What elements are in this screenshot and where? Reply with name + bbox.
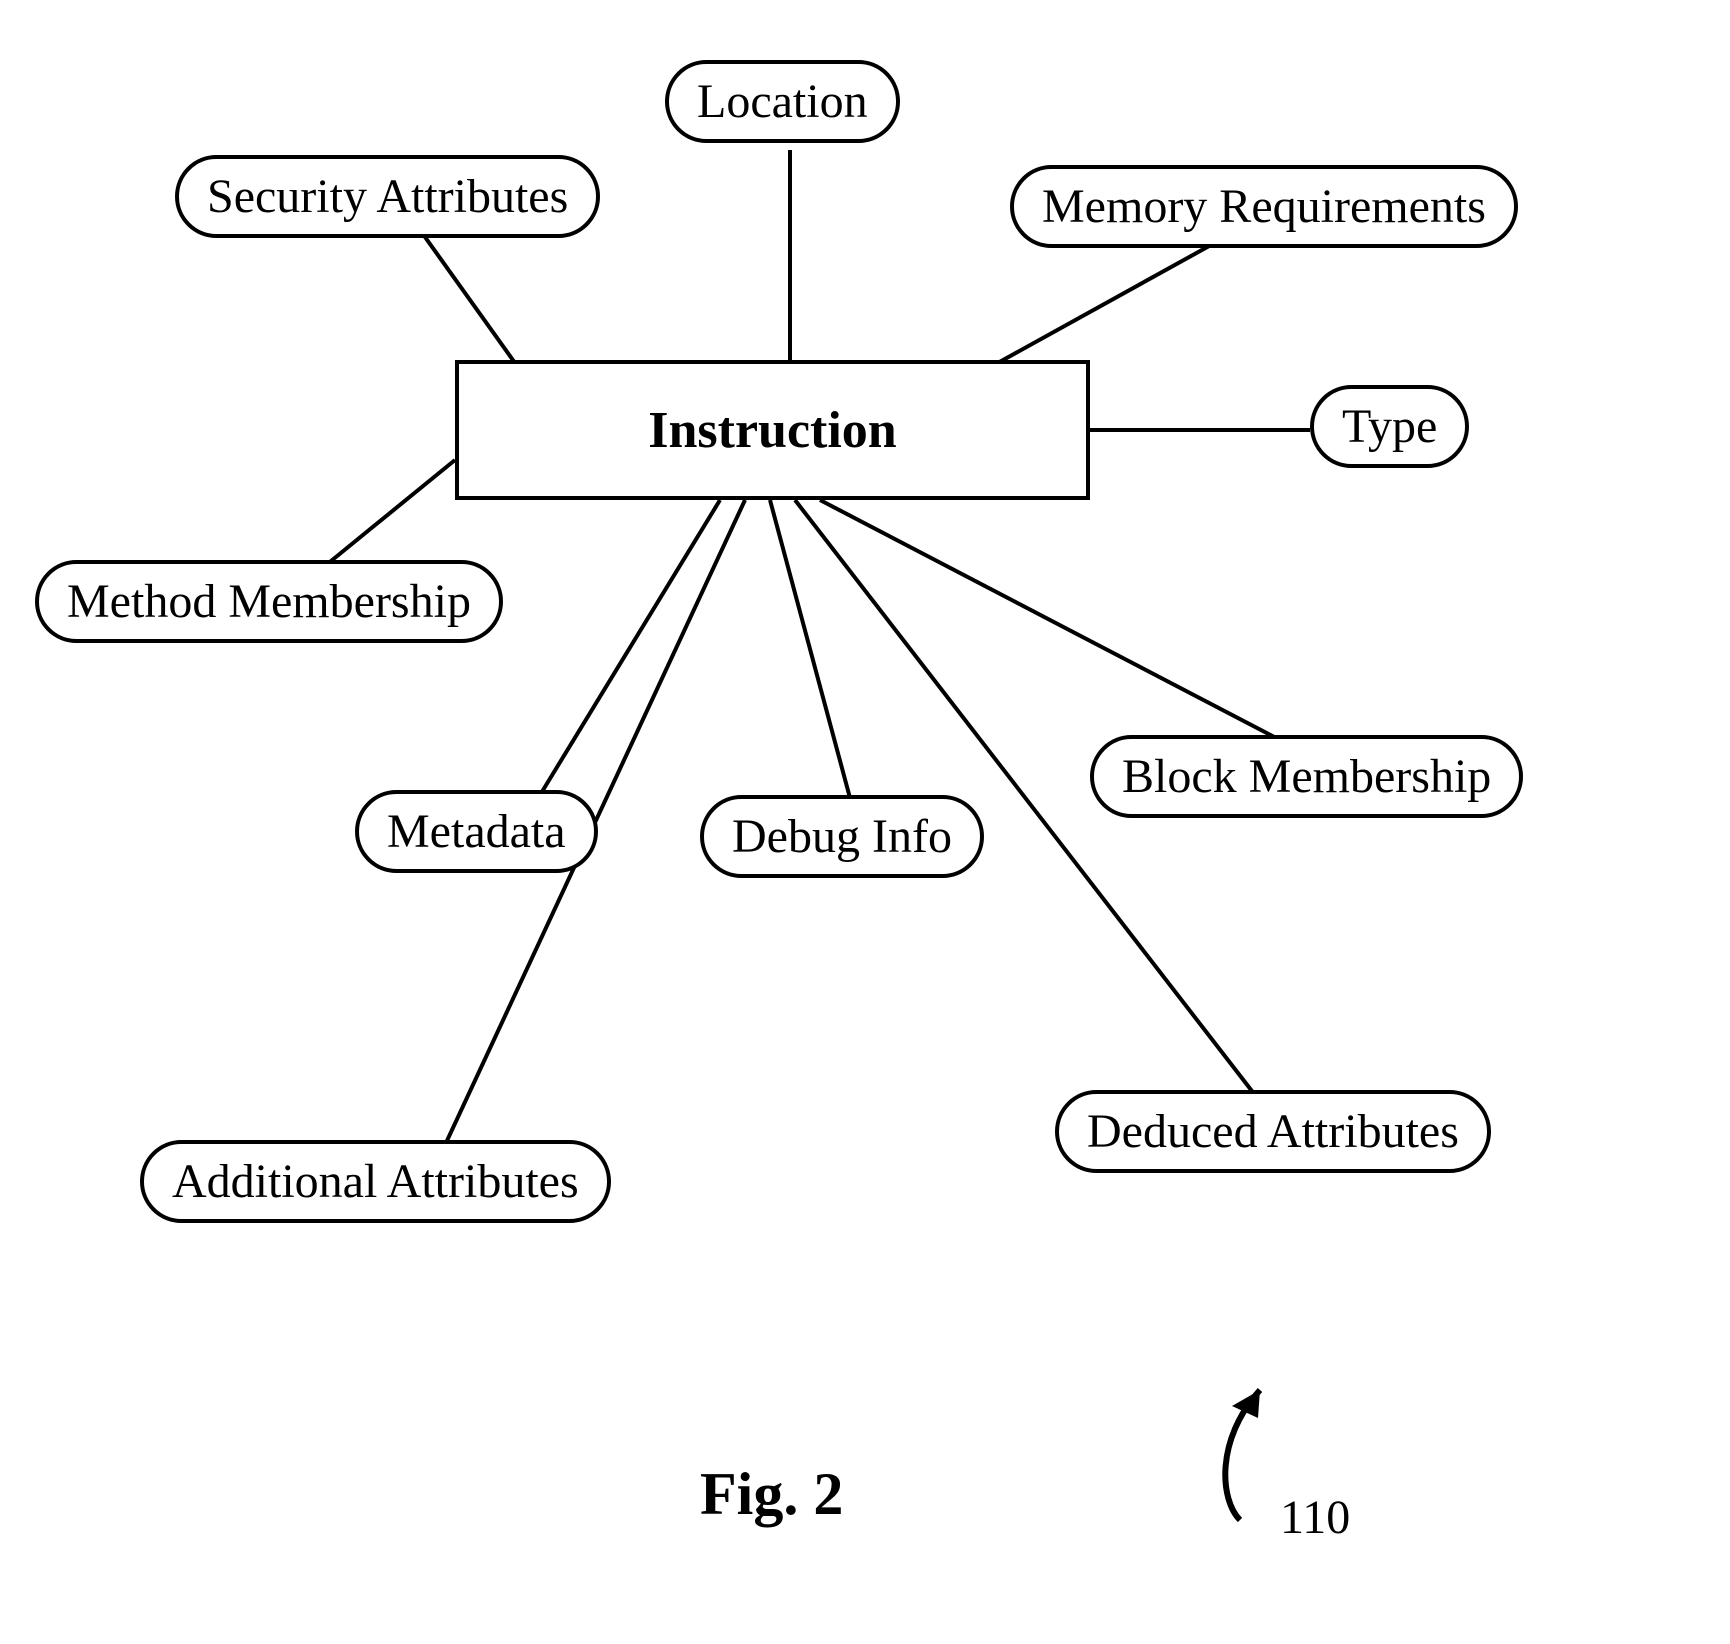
attr-label: Debug Info — [732, 809, 952, 864]
attr-metadata: Metadata — [355, 790, 598, 873]
instruction-label: Instruction — [648, 401, 896, 460]
attr-label: Location — [697, 74, 868, 129]
attr-label: Memory Requirements — [1042, 179, 1486, 234]
attr-method-membership: Method Membership — [35, 560, 503, 643]
attr-label: Security Attributes — [207, 169, 568, 224]
instruction-box: Instruction — [455, 360, 1090, 500]
attr-deduced-attributes: Deduced Attributes — [1055, 1090, 1491, 1173]
attr-label: Block Membership — [1122, 749, 1491, 804]
attr-debug-info: Debug Info — [700, 795, 984, 878]
attr-label: Type — [1342, 399, 1437, 454]
attr-security-attributes: Security Attributes — [175, 155, 600, 238]
attr-label: Deduced Attributes — [1087, 1104, 1459, 1159]
attr-label: Method Membership — [67, 574, 471, 629]
attr-label: Metadata — [387, 804, 566, 859]
figure-caption: Fig. 2 — [700, 1460, 843, 1529]
diagram-stage: Instruction Security Attributes Location… — [0, 0, 1730, 1644]
attr-memory-requirements: Memory Requirements — [1010, 165, 1518, 248]
reference-number: 110 — [1280, 1490, 1350, 1545]
attr-label: Additional Attributes — [172, 1154, 579, 1209]
attr-location: Location — [665, 60, 900, 143]
attr-type: Type — [1310, 385, 1469, 468]
attr-block-membership: Block Membership — [1090, 735, 1523, 818]
attr-additional-attributes: Additional Attributes — [140, 1140, 611, 1223]
